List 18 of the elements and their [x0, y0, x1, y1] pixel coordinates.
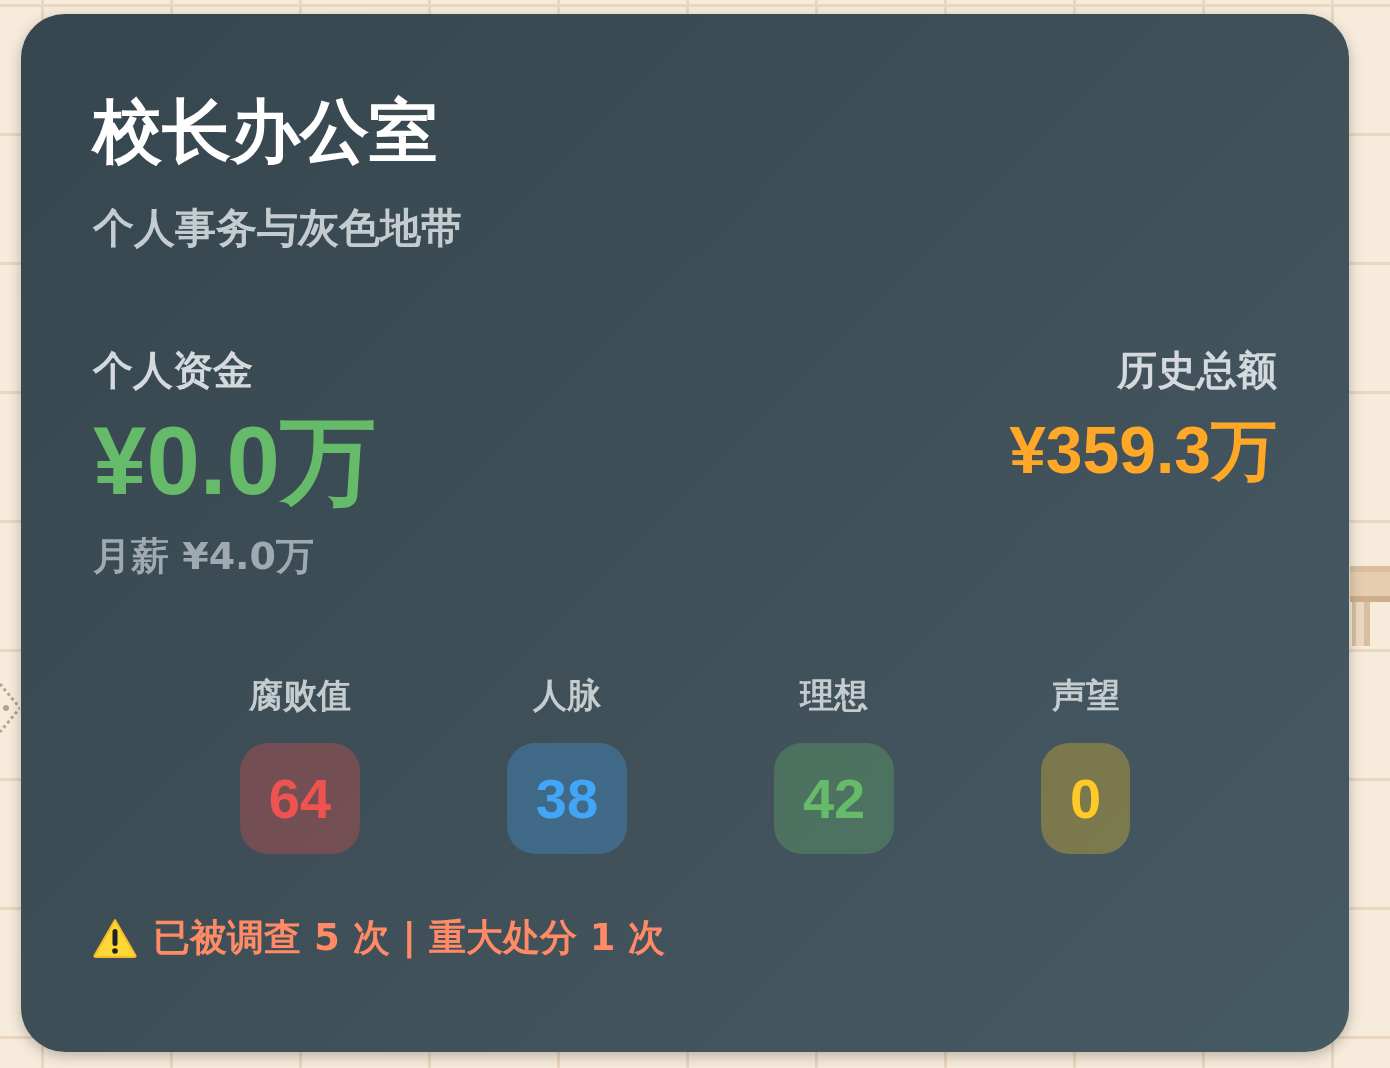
warning-text: 已被调查 5 次 | 重大处分 1 次 — [153, 915, 666, 961]
stat-value: 0 — [1070, 768, 1102, 829]
stat-label: 声望 — [1051, 674, 1120, 716]
dotted-chevron-drawing — [0, 680, 20, 736]
funds-label: 个人资金 — [93, 346, 254, 394]
stat-label: 理想 — [800, 674, 869, 716]
stat-value: 42 — [802, 768, 866, 829]
stat-value: 64 — [268, 768, 332, 829]
warning-icon — [93, 918, 137, 958]
card-subtitle: 个人事务与灰色地带 — [93, 204, 463, 252]
stat-label: 腐败值 — [248, 674, 351, 716]
history-value: ¥359.3万 — [1009, 412, 1277, 488]
salary-text: 月薪 ¥4.0万 — [93, 533, 315, 580]
stat-value: 38 — [535, 768, 599, 829]
funds-value: ¥0.0万 — [93, 408, 376, 514]
stat-label: 人脉 — [533, 674, 601, 716]
card-title: 校长办公室 — [93, 92, 439, 170]
history-label: 历史总额 — [1117, 346, 1277, 394]
